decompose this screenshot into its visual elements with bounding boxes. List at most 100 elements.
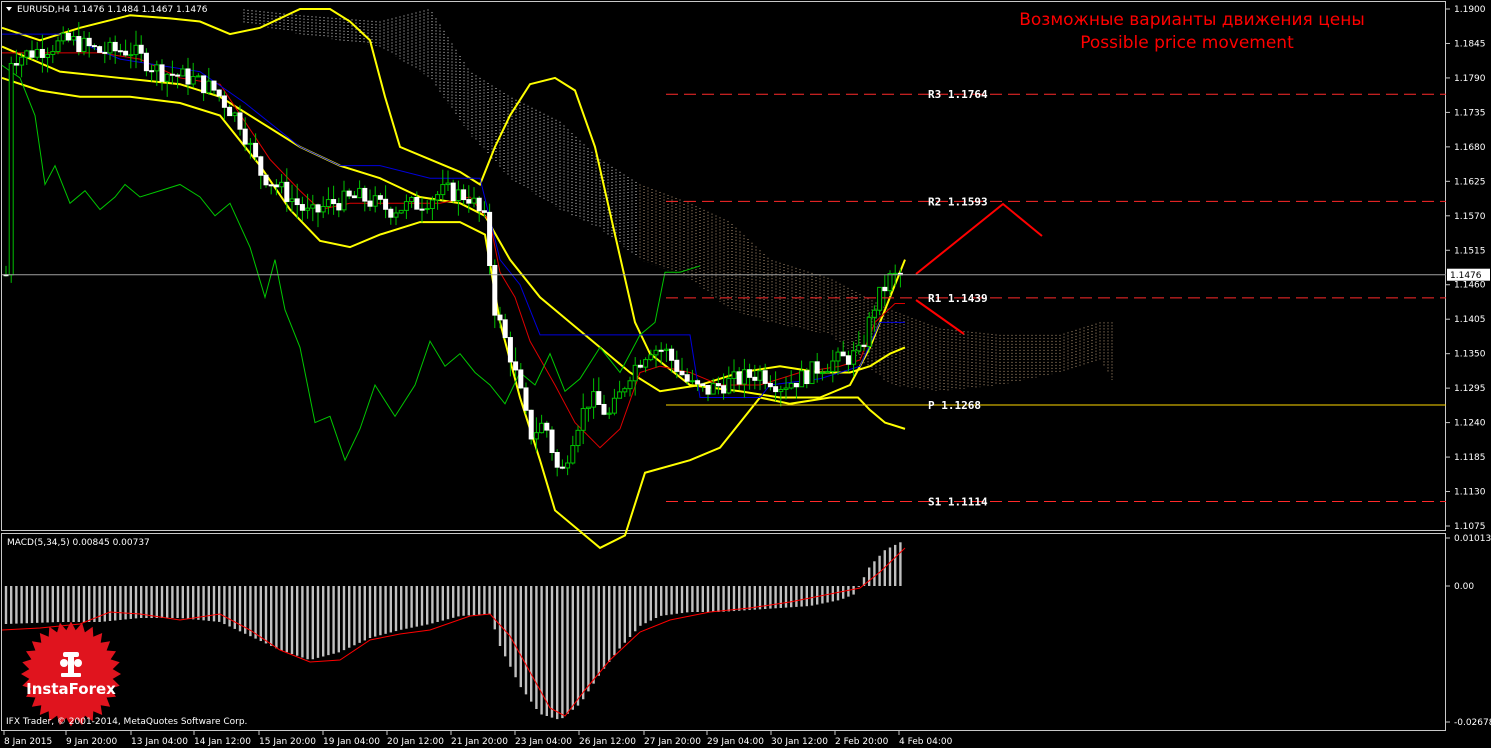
- pivot-label: P 1.1268: [928, 399, 981, 412]
- time-tick-label: 27 Jan 20:00: [644, 737, 701, 747]
- candle: [263, 174, 269, 188]
- candle: [175, 73, 181, 89]
- candle: [809, 361, 815, 385]
- candle: [611, 388, 617, 416]
- candle: [185, 57, 191, 95]
- candle: [565, 455, 571, 476]
- candle: [487, 203, 493, 275]
- bullish-forecast-arrow: [915, 202, 1043, 275]
- candle: [357, 180, 363, 199]
- candle: [424, 200, 430, 214]
- price-chart[interactable]: R3 1.1764 R2 1.1593 R1 1.1439 P 1.1268 S1 1.…: [0, 0, 1491, 748]
- candle: [383, 185, 389, 219]
- candle: [835, 347, 841, 375]
- candle: [372, 186, 378, 213]
- candle: [55, 36, 61, 55]
- candle: [840, 341, 846, 357]
- candle: [8, 56, 14, 283]
- candle: [221, 91, 227, 120]
- candle: [97, 45, 103, 54]
- price-tick-label: 1.1405: [1454, 315, 1486, 325]
- candle: [554, 449, 560, 477]
- candle: [310, 194, 316, 222]
- candle: [169, 60, 175, 85]
- candle: [617, 380, 623, 399]
- candle: [331, 185, 337, 215]
- candle: [190, 62, 196, 88]
- annotation-title-ru: Возможные варианты движения цены: [1019, 10, 1365, 30]
- candle: [440, 169, 446, 201]
- candle: [877, 286, 883, 316]
- candle: [180, 64, 186, 77]
- candle: [341, 180, 347, 213]
- price-tick-label: 1.1460: [1454, 281, 1486, 291]
- pivot-level: R2 1.1593: [666, 195, 1446, 208]
- candle: [211, 80, 217, 95]
- candle: [320, 196, 326, 219]
- price-tick-label: 1.1185: [1454, 453, 1486, 463]
- candle: [107, 37, 113, 60]
- price-tick-label: 1.1790: [1454, 74, 1486, 84]
- price-tick-label: 1.1680: [1454, 143, 1486, 153]
- time-tick-label: 8 Jan 2015: [4, 737, 52, 747]
- candle: [788, 370, 794, 390]
- candle: [128, 42, 134, 69]
- pivot-label: S1 1.1114: [928, 496, 988, 509]
- candle: [388, 206, 394, 225]
- candle: [112, 35, 118, 64]
- time-tick-label: 13 Jan 04:00: [131, 737, 188, 747]
- macd-signal-line: [1, 547, 906, 717]
- time-tick-label: 29 Jan 04:00: [707, 737, 764, 747]
- candle: [830, 349, 836, 383]
- candle: [476, 196, 482, 222]
- tenkan-line: [2, 52, 905, 449]
- candle: [195, 73, 201, 78]
- candle: [305, 193, 311, 219]
- candle: [315, 203, 321, 228]
- candle: [367, 189, 373, 211]
- price-tick-label: 1.1625: [1454, 177, 1486, 187]
- candle: [637, 359, 643, 369]
- candle: [736, 367, 742, 391]
- time-tick-label: 20 Jan 12:00: [387, 737, 444, 747]
- candle: [419, 197, 425, 223]
- candle: [216, 89, 222, 102]
- pivot-levels: R3 1.1764 R2 1.1593 R1 1.1439 P 1.1268 S1 1.…: [666, 88, 1446, 509]
- kijun-line: [2, 33, 905, 399]
- candle: [138, 35, 144, 62]
- candle: [492, 259, 498, 329]
- candle: [778, 385, 784, 407]
- price-tick-label: 1.1350: [1454, 350, 1486, 360]
- symbol-info: EURUSD,H4 1.1476 1.1484 1.1467 1.1476: [17, 5, 208, 15]
- candle: [897, 268, 903, 288]
- macd-histogram: [1, 542, 906, 720]
- candle: [747, 363, 753, 390]
- candle: [528, 409, 534, 445]
- chart-window[interactable]: R3 1.1764 R2 1.1593 R1 1.1439 P 1.1268 S1 1.…: [0, 0, 1491, 748]
- candle: [206, 67, 212, 95]
- candle: [445, 170, 451, 192]
- candle: [435, 190, 441, 210]
- candle: [606, 407, 612, 419]
- candle: [783, 376, 789, 400]
- candle: [502, 313, 508, 339]
- candle: [24, 49, 30, 65]
- price-tick-label: 1.1130: [1454, 488, 1486, 498]
- candle: [123, 39, 129, 58]
- candle: [570, 435, 576, 465]
- triangle-down-icon[interactable]: [6, 7, 12, 11]
- time-tick-label: 15 Jan 20:00: [259, 737, 316, 747]
- candle: [549, 426, 555, 461]
- time-tick-label: 23 Jan 04:00: [515, 737, 572, 747]
- time-tick-label: 14 Jan 12:00: [194, 737, 251, 747]
- candle: [627, 376, 633, 397]
- candle: [258, 155, 264, 190]
- time-tick-label: 2 Feb 20:00: [835, 737, 889, 747]
- candlesticks: [3, 22, 903, 477]
- candle: [544, 420, 550, 438]
- indicator-lines: [1, 8, 906, 550]
- candle: [102, 41, 108, 64]
- candle: [575, 425, 581, 453]
- time-tick-label: 9 Jan 20:00: [66, 737, 118, 747]
- price-tick-label: 1.1295: [1454, 384, 1486, 394]
